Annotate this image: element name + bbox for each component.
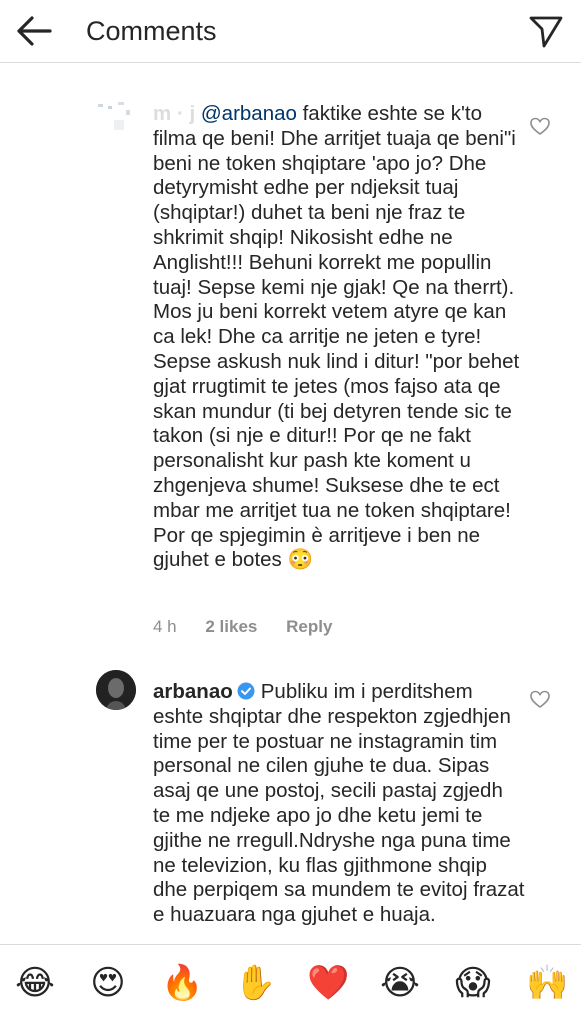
arrow-left-icon[interactable] bbox=[14, 14, 54, 48]
quick-reactions-bar: 😂 😍 🔥 ✋ ❤️ 😭 😱 🙌 bbox=[0, 944, 581, 1025]
avatar[interactable] bbox=[96, 100, 136, 140]
heart-icon[interactable] bbox=[530, 690, 550, 710]
likes-count[interactable]: 2 likes bbox=[205, 617, 257, 636]
heart-icon[interactable] bbox=[530, 117, 550, 137]
reaction-red-heart-emoji[interactable]: ❤️ bbox=[307, 963, 349, 1003]
reaction-fire-emoji[interactable]: 🔥 bbox=[161, 963, 203, 1003]
reaction-raised-hand-emoji[interactable]: ✋ bbox=[234, 963, 276, 1003]
paper-plane-icon[interactable] bbox=[527, 12, 565, 50]
comment-username[interactable]: arbanao bbox=[153, 680, 233, 703]
page-title: Comments bbox=[86, 16, 217, 46]
comment-meta: 4 h 2 likes Reply bbox=[153, 617, 356, 637]
top-bar: Comments bbox=[0, 0, 581, 63]
avatar-image bbox=[96, 670, 136, 710]
reaction-laughing-emoji[interactable]: 😂 bbox=[15, 963, 55, 1003]
comment-username[interactable]: m · j bbox=[153, 102, 195, 125]
reaction-raising-hands-emoji[interactable]: 🙌 bbox=[526, 963, 568, 1003]
mention-link[interactable]: @arbanao bbox=[201, 102, 297, 125]
reaction-screaming-emoji[interactable]: 😱 bbox=[453, 963, 493, 1003]
reaction-crying-emoji[interactable]: 😭 bbox=[380, 963, 420, 1003]
reply-button[interactable]: Reply bbox=[286, 617, 332, 636]
comment-body: faktike eshte se k'to filma qe beni! Dhe… bbox=[153, 102, 520, 572]
avatar[interactable] bbox=[96, 670, 136, 710]
comment-body: Publiku im i perditshem eshte shqiptar d… bbox=[153, 680, 525, 927]
comment-text: arbanao Publiku im i perditshem eshte shq… bbox=[153, 680, 525, 928]
comment-time: 4 h bbox=[153, 617, 177, 636]
reaction-heart-eyes-emoji[interactable]: 😍 bbox=[88, 963, 128, 1003]
comment-text: m · j @arbanao faktike eshte se k'to fil… bbox=[153, 102, 525, 573]
verified-badge-icon bbox=[237, 682, 255, 700]
